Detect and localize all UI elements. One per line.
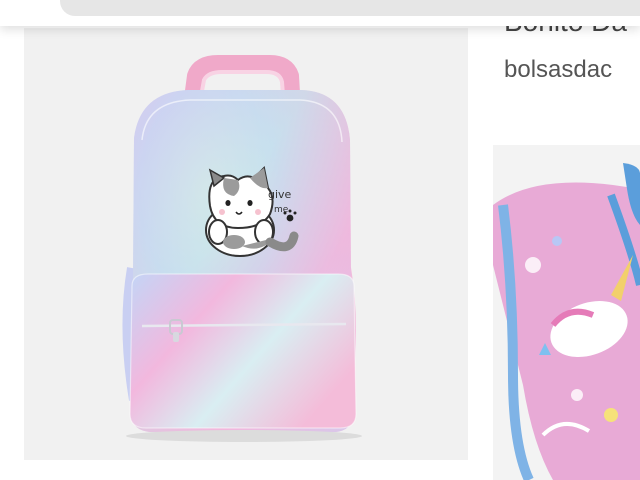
unicorn-backpack-image — [493, 163, 640, 480]
result-image-card[interactable]: give me — [24, 28, 468, 460]
cat-caption-give: give — [268, 188, 292, 201]
result-source[interactable]: bolsasdac — [504, 56, 612, 84]
result-image-card-2[interactable] — [493, 145, 640, 480]
search-bar[interactable] — [60, 0, 640, 16]
cat-caption-me: me — [274, 205, 289, 215]
backpack-image: give me — [122, 55, 362, 442]
top-bar — [0, 0, 640, 26]
